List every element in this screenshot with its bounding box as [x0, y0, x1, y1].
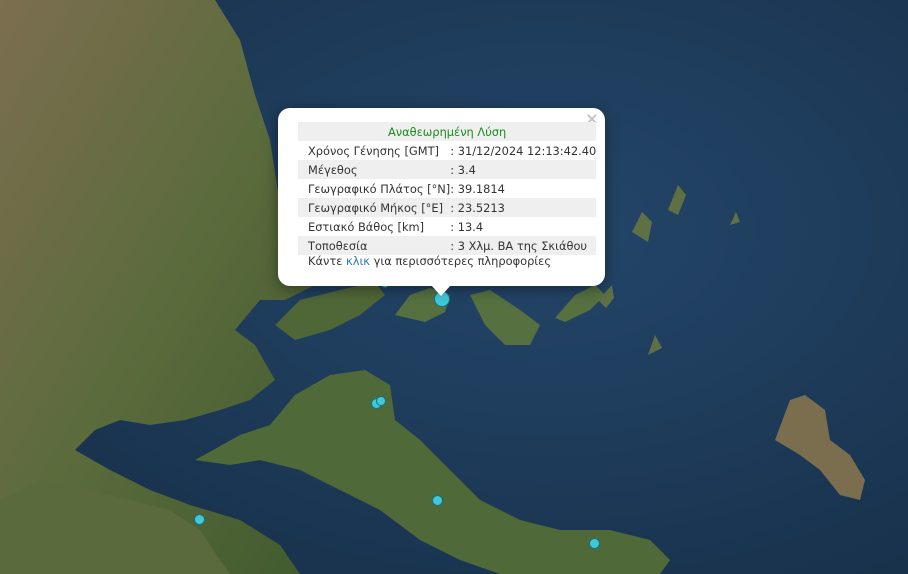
row-label: Μέγεθος — [298, 160, 451, 179]
row-label: Τοποθεσία — [298, 236, 451, 255]
row-value: : 39.1814 — [450, 181, 505, 196]
popup-title: Αναθεωρημένη Λύση — [298, 122, 597, 141]
row-label: Χρόνος Γένησης [GMT] — [308, 143, 439, 158]
row-value: : 31/12/2024 12:13:42.40 — [450, 143, 597, 158]
row-value: : 3 Χλμ. ΒΑ της Σκιάθου — [450, 236, 597, 255]
earthquake-marker[interactable] — [376, 396, 386, 406]
more-info-text: Κάντε κλικ για περισσότερες πληροφορίες — [308, 254, 551, 268]
row-label: Γεωγραφικό Μήκος [°E] — [298, 198, 451, 217]
earthquake-marker[interactable] — [194, 514, 205, 525]
info-table: Αναθεωρημένη Λύση Χρόνος Γένησης [GMT] :… — [298, 122, 597, 255]
earthquake-popup: × Αναθεωρημένη Λύση Χρόνος Γένησης [GMT]… — [278, 108, 605, 286]
satellite-map[interactable] — [0, 0, 908, 574]
more-info-link[interactable]: κλικ — [346, 254, 370, 268]
popup-tip — [431, 285, 451, 296]
row-label: Εστιακό Βάθος [km] — [308, 219, 425, 234]
row-value: : 3.4 — [450, 160, 597, 179]
row-value: : 13.4 — [450, 219, 484, 234]
earthquake-marker[interactable] — [432, 495, 443, 506]
more-suffix: για περισσότερες πληροφορίες — [370, 254, 552, 268]
earthquake-marker[interactable] — [589, 538, 600, 549]
more-prefix: Κάντε — [308, 254, 346, 268]
row-value: : 23.5213 — [450, 198, 597, 217]
row-label: Γεωγραφικό Πλάτος [°N] — [308, 181, 451, 196]
